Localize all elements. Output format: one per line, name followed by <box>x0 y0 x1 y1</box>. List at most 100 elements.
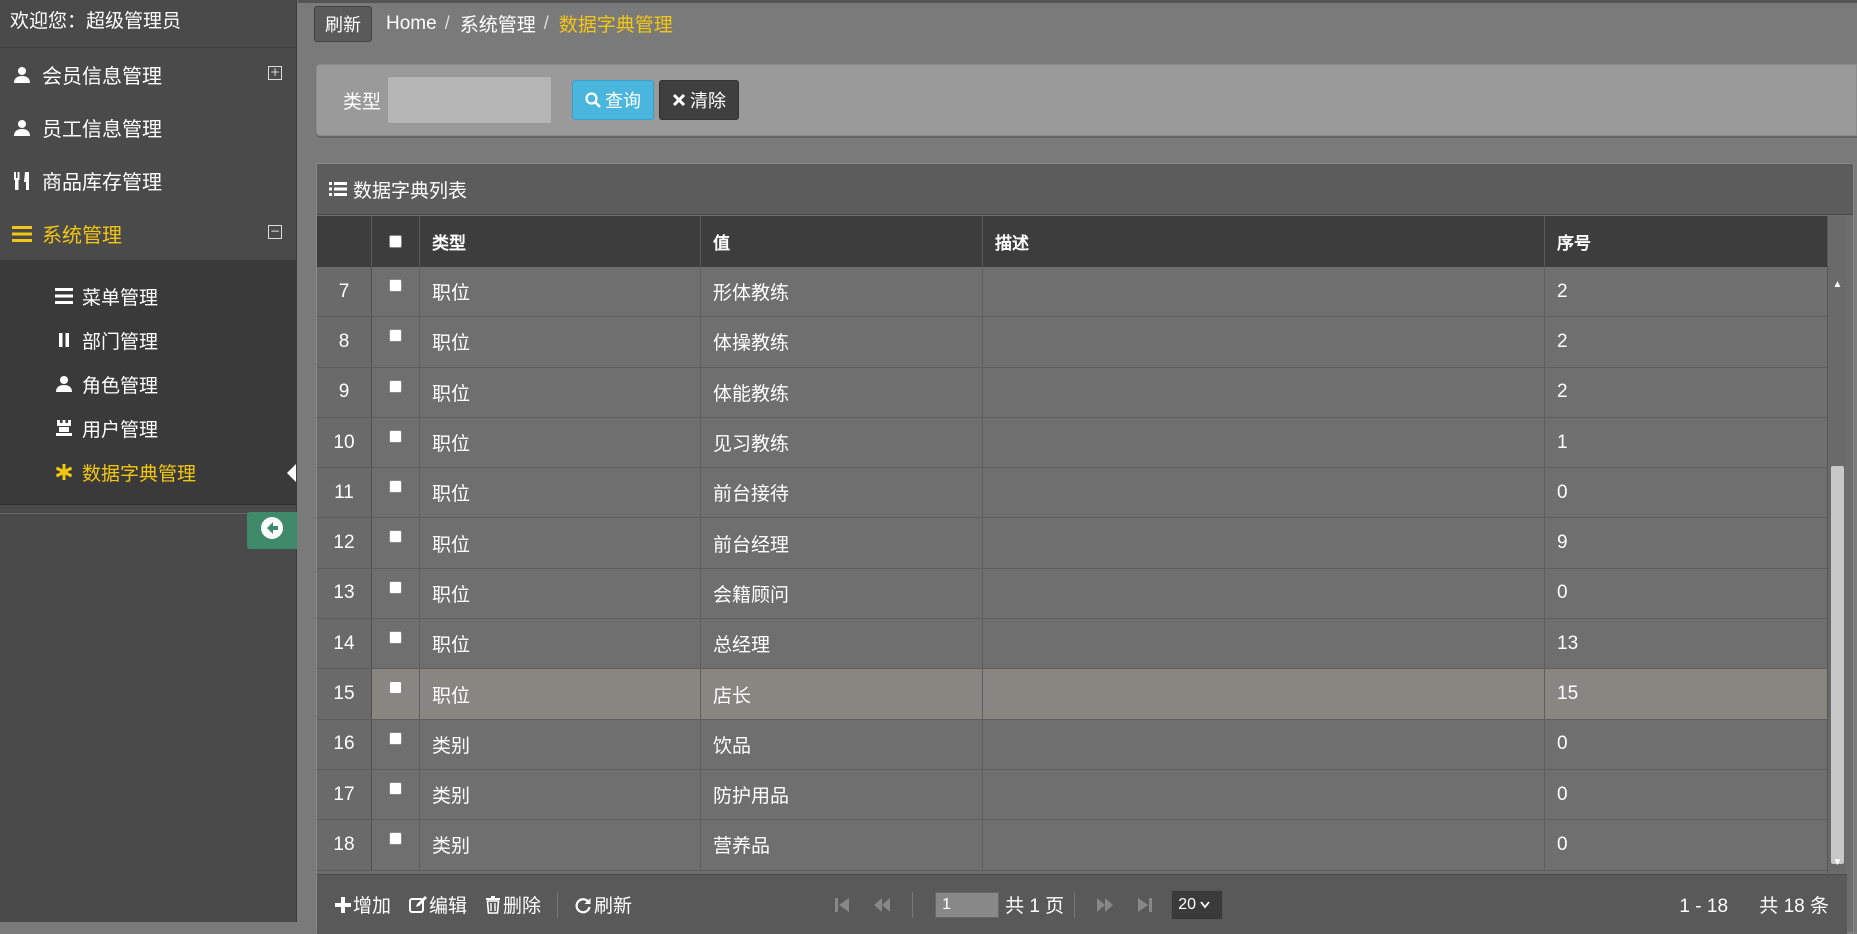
row-number: 14 <box>317 619 372 669</box>
sidebar-item-inventory[interactable]: 商品库存管理 <box>0 154 296 207</box>
table-row[interactable]: 18 类别 营养品 0 <box>317 820 1827 871</box>
scrollbar-thumb[interactable] <box>1831 466 1844 864</box>
row-checkbox[interactable] <box>389 580 402 594</box>
sidebar-collapse-button[interactable] <box>247 512 297 549</box>
search-panel: 类型 查询 清除 <box>316 64 1857 136</box>
submenu-item-dictionary[interactable]: 数据字典管理 <box>0 450 296 494</box>
grid-refresh-label: 刷新 <box>594 896 633 917</box>
cell-description <box>983 769 1545 820</box>
first-page-icon[interactable] <box>830 893 854 917</box>
row-checkbox[interactable] <box>389 530 402 544</box>
table-row[interactable]: 9 职位 体能教练 2 <box>317 367 1827 418</box>
grid-refresh-button[interactable]: 刷新 <box>574 891 632 918</box>
clear-button[interactable]: 清除 <box>659 80 740 120</box>
chevron-down-icon <box>1200 900 1210 909</box>
query-button[interactable]: 查询 <box>572 80 655 120</box>
add-button[interactable]: 增加 <box>335 891 391 918</box>
close-icon <box>672 93 686 107</box>
column-header-description[interactable]: 描述 <box>983 216 1545 267</box>
row-checkbox[interactable] <box>389 379 402 393</box>
table-row[interactable]: 17 类别 防护用品 0 <box>317 769 1827 821</box>
table-row[interactable]: 8 职位 体操教练 2 <box>317 317 1827 368</box>
cell-value: 防护用品 <box>701 769 983 820</box>
prev-page-icon[interactable] <box>870 893 894 917</box>
type-search-input[interactable] <box>387 76 553 124</box>
row-checkbox[interactable] <box>389 731 402 745</box>
cell-value: 体操教练 <box>701 317 983 367</box>
table-row[interactable]: 14 职位 总经理 13 <box>317 619 1827 670</box>
cell-order: 0 <box>1557 481 1568 503</box>
row-checkbox[interactable] <box>389 681 402 695</box>
cell-order: 15 <box>1557 683 1579 705</box>
table-row[interactable]: 10 职位 见习教练 1 <box>317 417 1827 469</box>
cell-type: 职位 <box>420 267 701 317</box>
table-header: 类型 值 描述 序号 <box>317 216 1827 267</box>
pagination: 共 1 页 20 <box>822 889 1224 920</box>
list-icon <box>10 223 34 245</box>
user-icon <box>10 117 34 139</box>
row-checkbox[interactable] <box>389 329 402 343</box>
table-row[interactable]: 15 职位 店长 15 <box>317 669 1827 720</box>
next-page-icon[interactable] <box>1093 893 1117 917</box>
table-row[interactable]: 11 职位 前台接待 0 <box>317 468 1827 519</box>
cell-type: 职位 <box>420 568 701 619</box>
submenu-item-user[interactable]: 用户管理 <box>0 406 296 450</box>
vertical-scrollbar[interactable]: ▲ ▼ <box>1827 216 1846 873</box>
row-checkbox[interactable] <box>389 832 402 846</box>
search-icon <box>585 92 601 108</box>
select-all-checkbox[interactable] <box>389 235 402 248</box>
grid-title-text: 数据字典列表 <box>353 180 468 202</box>
row-checkbox[interactable] <box>389 429 402 443</box>
cell-description <box>983 568 1545 619</box>
cell-description <box>983 417 1545 468</box>
submenu-item-role[interactable]: 角色管理 <box>0 362 296 406</box>
edit-button[interactable]: 编辑 <box>409 891 467 918</box>
scroll-down-icon[interactable]: ▼ <box>1828 854 1847 870</box>
breadcrumb-current: 数据字典管理 <box>558 15 673 36</box>
collapse-icon[interactable]: − <box>268 225 282 239</box>
row-checkbox-cell <box>372 417 420 468</box>
column-header-type[interactable]: 类型 <box>420 216 701 267</box>
cell-type: 类别 <box>420 719 701 769</box>
table-row[interactable]: 13 职位 会籍顾问 0 <box>317 568 1827 620</box>
range-text: 1 - 18 <box>1679 896 1729 917</box>
sidebar-item-member[interactable]: 会员信息管理 + <box>0 48 296 101</box>
page-number-input[interactable] <box>935 891 1000 918</box>
total-records-text: 共 18 条 <box>1759 896 1829 917</box>
row-checkbox[interactable] <box>389 631 402 645</box>
table-row[interactable]: 12 职位 前台经理 9 <box>317 518 1827 569</box>
sidebar-item-system[interactable]: 系统管理 − <box>0 207 296 260</box>
cell-value: 见习教练 <box>701 417 983 468</box>
row-checkbox[interactable] <box>389 279 402 292</box>
trash-icon <box>485 895 501 914</box>
page-size-select[interactable]: 20 <box>1171 889 1224 920</box>
table-row[interactable]: 7 职位 形体教练 2 <box>317 267 1827 318</box>
breadcrumb-system[interactable]: 系统管理 <box>460 10 536 37</box>
last-page-icon[interactable] <box>1133 893 1157 917</box>
row-number: 7 <box>317 267 372 317</box>
column-header-order[interactable]: 序号 <box>1545 216 1827 267</box>
row-checkbox[interactable] <box>389 480 402 494</box>
type-label: 类型 <box>343 91 382 113</box>
cell-description <box>983 317 1545 367</box>
row-number: 15 <box>317 669 372 719</box>
column-header-value[interactable]: 值 <box>701 216 983 267</box>
cell-description <box>983 619 1545 669</box>
delete-button[interactable]: 删除 <box>485 891 541 918</box>
table-row[interactable]: 16 类别 饮品 0 <box>317 719 1827 770</box>
breadcrumb-home[interactable]: Home <box>386 13 437 35</box>
dictionary-grid: 数据字典列表 类型 值 描述 序号 7 职位 形体教练 2 8 职位 体操教练 2 9 职位 体能教… <box>316 163 1854 934</box>
cell-value: 体能教练 <box>701 367 983 417</box>
sidebar-item-staff[interactable]: 员工信息管理 <box>0 101 296 154</box>
submenu-item-menu[interactable]: 菜单管理 <box>0 274 296 318</box>
delete-button-label: 删除 <box>503 896 542 917</box>
submenu-item-department[interactable]: 部门管理 <box>0 318 296 362</box>
scroll-up-icon[interactable]: ▲ <box>1828 276 1847 292</box>
edit-icon <box>409 895 428 914</box>
expand-icon[interactable]: + <box>268 66 282 80</box>
refresh-tab-button[interactable]: 刷新 <box>314 5 372 42</box>
cell-order: 2 <box>1557 330 1568 352</box>
cell-description <box>983 820 1545 870</box>
row-checkbox[interactable] <box>389 781 402 795</box>
cell-description <box>983 468 1545 518</box>
